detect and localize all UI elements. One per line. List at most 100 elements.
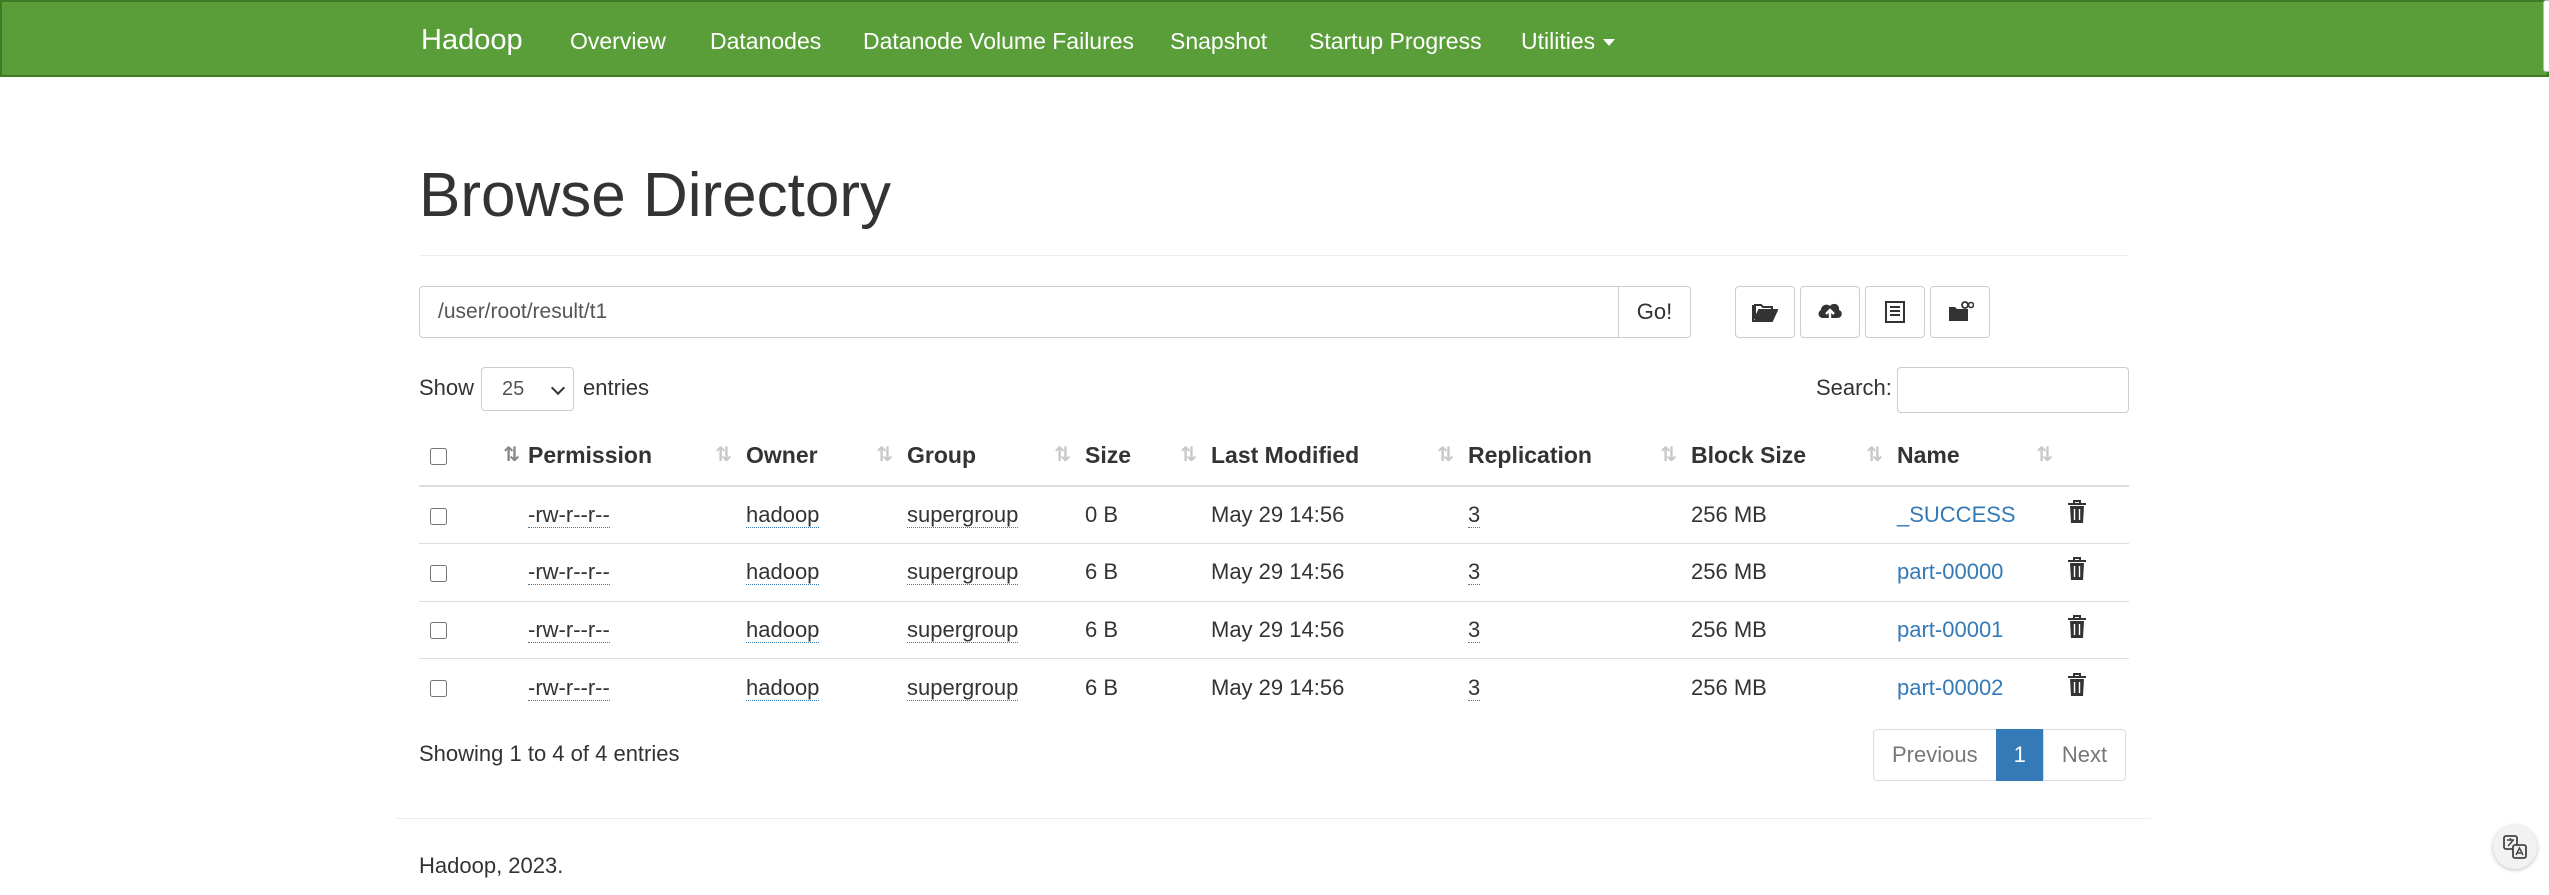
header-size[interactable]: Size ⇅ (1085, 425, 1211, 487)
sort-icon: ⇅ (1437, 444, 1454, 466)
go-button[interactable]: Go! (1618, 286, 1691, 338)
owner-cell[interactable]: hadoop (746, 674, 820, 701)
delete-button[interactable] (2067, 486, 2129, 544)
replication-cell[interactable]: 3 (1468, 674, 1481, 701)
select-all-checkbox[interactable] (430, 447, 447, 465)
group-cell[interactable]: supergroup (907, 616, 1019, 643)
sort-column-header[interactable]: ⇅ (485, 425, 528, 487)
folder-cut-paste-icon (1949, 301, 1974, 321)
translate-button[interactable] (2493, 825, 2537, 869)
nav-datanodes[interactable]: Datanodes (710, 28, 821, 55)
permission-cell[interactable]: -rw-r--r-- (528, 674, 610, 701)
replication-cell[interactable]: 3 (1468, 616, 1481, 643)
cut-paste-button[interactable] (1930, 286, 1990, 338)
nav-datanode-volume-failures[interactable]: Datanode Volume Failures (863, 28, 1134, 55)
file-name-link[interactable]: part-00002 (1897, 675, 2003, 700)
upload-files-button[interactable] (1800, 286, 1860, 338)
group-cell[interactable]: supergroup (907, 674, 1019, 701)
header-replication[interactable]: Replication ⇅ (1468, 425, 1691, 487)
last-modified-cell: May 29 14:56 (1211, 543, 1468, 601)
delete-button[interactable] (2067, 658, 2129, 716)
pagination: Previous 1 Next (1873, 729, 2127, 781)
brand-link[interactable]: Hadoop (421, 24, 523, 57)
size-cell: 6 B (1085, 600, 1211, 659)
sort-icon: ⇅ (1180, 444, 1197, 466)
group-cell[interactable]: supergroup (907, 502, 1019, 528)
entries-label: entries (583, 375, 650, 400)
caret-down-icon (1603, 39, 1616, 47)
sort-icon: ⇅ (715, 444, 732, 466)
sort-icon: ⇅ (1054, 444, 1071, 466)
translate-icon (2503, 835, 2527, 859)
block-size-cell: 256 MB (1691, 502, 1767, 527)
delete-button[interactable] (2067, 543, 2129, 601)
block-size-cell: 256 MB (1691, 600, 1897, 659)
search-input[interactable] (1897, 367, 2129, 413)
page-title: Browse Directory (419, 161, 891, 230)
permission-cell[interactable]: -rw-r--r-- (528, 502, 610, 528)
chevron-down-icon (550, 380, 566, 396)
row-checkbox[interactable] (430, 680, 447, 698)
owner-cell[interactable]: hadoop (746, 559, 820, 586)
header-actions (2067, 425, 2129, 487)
footer-text: Hadoop, 2023. (419, 853, 564, 878)
last-modified-cell: May 29 14:56 (1211, 600, 1468, 659)
replication-cell[interactable]: 3 (1468, 559, 1481, 586)
side-panel-handle[interactable] (2543, 0, 2549, 72)
top-navbar: Hadoop Overview Datanodes Datanode Volum… (0, 0, 2549, 77)
block-size-cell: 256 MB (1691, 658, 1897, 716)
entries-per-page-select[interactable]: 25 (481, 367, 574, 411)
footer-divider (396, 818, 2151, 819)
delete-button[interactable] (2067, 600, 2129, 659)
last-modified-cell: May 29 14:56 (1211, 658, 1468, 716)
header-block-size[interactable]: Block Size ⇅ (1691, 425, 1897, 487)
header-name[interactable]: Name ⇅ (1897, 425, 2067, 487)
sort-icon: ⇅ (876, 444, 893, 466)
header-group[interactable]: Group ⇅ (907, 425, 1085, 487)
header-permission[interactable]: Permission ⇅ (528, 425, 746, 487)
group-cell[interactable]: supergroup (907, 559, 1019, 586)
file-name-link[interactable]: _SUCCESS (1897, 502, 2016, 527)
select-all-header (419, 425, 485, 487)
previous-page-button[interactable]: Previous (1873, 729, 1997, 781)
table-header-row: ⇅ Permission ⇅ Owner ⇅ Group ⇅ Size ⇅ Last M… (419, 425, 2129, 487)
nav-startup-progress[interactable]: Startup Progress (1309, 28, 1482, 55)
row-checkbox[interactable] (430, 622, 447, 640)
nav-snapshot[interactable]: Snapshot (1170, 28, 1267, 55)
sort-asc-icon: ⇅ (503, 444, 520, 466)
table-info: Showing 1 to 4 of 4 entries (419, 741, 680, 766)
table-row: -rw-r--r-- hadoop supergroup 0 B May 29 … (419, 486, 2129, 544)
cloud-upload-icon (1818, 303, 1842, 322)
nav-utilities-label: Utilities (1521, 28, 1596, 54)
show-label: Show (419, 375, 475, 400)
page-1-button[interactable]: 1 (1995, 729, 2044, 781)
view-list-button[interactable] (1865, 286, 1925, 338)
sort-icon: ⇅ (2036, 444, 2053, 466)
directory-path-input[interactable] (419, 286, 1619, 338)
last-modified-cell: May 29 14:56 (1211, 502, 1345, 527)
permission-cell[interactable]: -rw-r--r-- (528, 616, 610, 643)
nav-utilities-dropdown[interactable]: Utilities (1521, 28, 1616, 55)
header-last-modified[interactable]: Last Modified ⇅ (1211, 425, 1468, 487)
next-page-button[interactable]: Next (2042, 729, 2127, 781)
row-checkbox[interactable] (430, 507, 447, 525)
size-cell: 0 B (1085, 502, 1119, 527)
row-checkbox[interactable] (430, 564, 447, 582)
sort-icon: ⇅ (1866, 444, 1883, 466)
trash-icon (2068, 557, 2086, 581)
owner-cell[interactable]: hadoop (746, 502, 820, 528)
header-owner[interactable]: Owner ⇅ (746, 425, 907, 487)
create-directory-button[interactable] (1735, 286, 1795, 338)
file-table-body: -rw-r--r-- hadoop supergroup 0 B May 29 … (419, 486, 2129, 716)
title-divider (419, 255, 2129, 256)
sort-icon: ⇅ (1660, 444, 1677, 466)
replication-cell[interactable]: 3 (1468, 502, 1481, 528)
entries-per-page-value: 25 (502, 378, 525, 400)
folder-open-icon (1752, 304, 1778, 322)
table-row: -rw-r--r-- hadoop supergroup 6 B May 29 … (419, 600, 2129, 659)
permission-cell[interactable]: -rw-r--r-- (528, 559, 610, 586)
nav-overview[interactable]: Overview (570, 28, 666, 55)
file-name-link[interactable]: part-00000 (1897, 559, 2003, 584)
file-name-link[interactable]: part-00001 (1897, 617, 2003, 642)
owner-cell[interactable]: hadoop (746, 616, 820, 643)
